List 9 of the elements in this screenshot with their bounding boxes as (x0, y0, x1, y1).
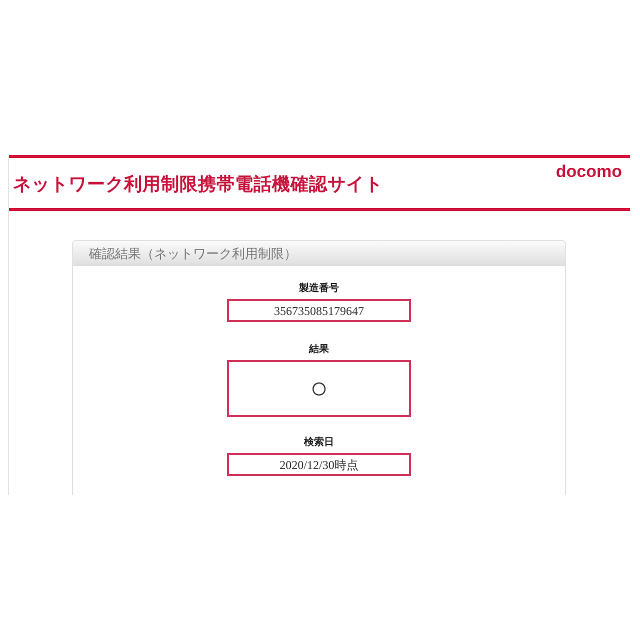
field-label: 検索日 (304, 436, 334, 449)
docomo-logo[interactable]: docomo (556, 162, 622, 182)
panel-title: 確認結果（ネットワーク利用制限） (89, 246, 297, 262)
field-label: 結果 (309, 342, 329, 356)
site-title: ネットワーク利用制限携帯電話機確認サイト (13, 173, 383, 196)
result-mark: ○ (310, 374, 328, 404)
field-label: 製造番号 (299, 282, 339, 295)
field-value: 356735085179647 (274, 304, 364, 316)
field-value: 2020/12/30時点 (280, 458, 358, 470)
